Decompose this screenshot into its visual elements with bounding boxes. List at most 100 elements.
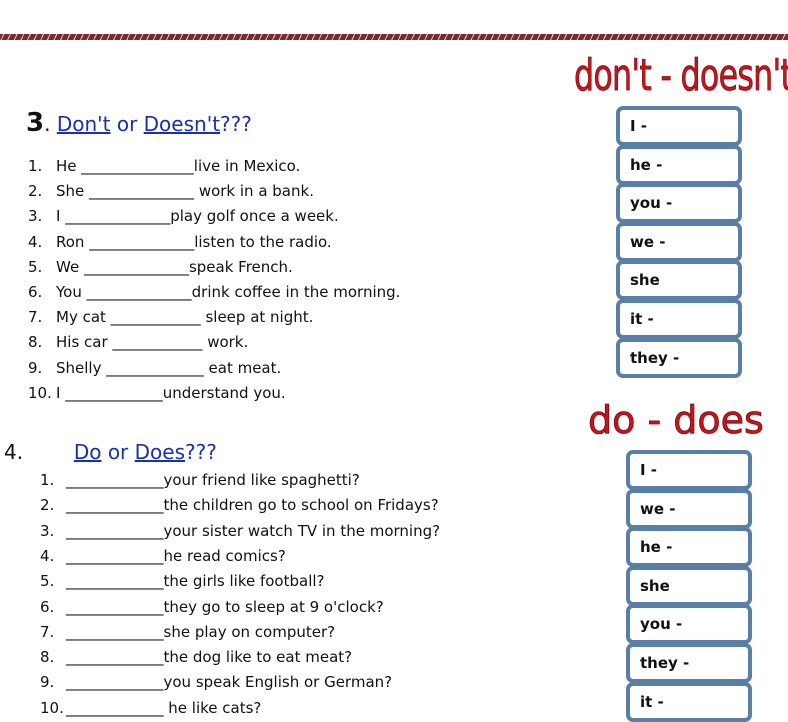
item-text: work. [202,333,249,352]
pronoun-box: they - [626,643,752,683]
exercise-item: 8. His car ____________ work. [28,332,248,352]
item-text: understand you. [162,383,286,402]
answer-blank[interactable]: ______________ [84,258,189,276]
item-number: 4. [40,546,55,565]
answer-blank[interactable]: _____________ [66,623,164,641]
exercise-item: 1. _____________your friend like spaghett… [40,470,360,490]
question-marks: ??? [220,112,252,136]
answer-blank[interactable]: _____________ [106,359,204,377]
item-subject: I [56,383,61,402]
pronoun-box: you - [616,183,742,224]
item-number: 2. [28,182,43,201]
answer-blank[interactable]: ______________ [89,182,194,200]
exercise-item: 5. We ______________speak French. [28,257,293,277]
exercise-item: 9. _____________you speak English or Germ… [40,672,392,692]
pronoun-box: it - [626,681,752,722]
item-text: work in a bank. [194,182,314,201]
answer-blank[interactable]: _______________ [81,157,194,175]
pronoun-label: they - [630,348,680,367]
exercise-item: 6. You ______________drink coffee in the … [28,282,400,302]
pronoun-box: they - [616,337,742,378]
answer-blank[interactable]: ____________ [111,308,201,326]
doesnt-link[interactable]: Doesn't [144,112,220,136]
answer-blank[interactable]: _____________ [66,673,164,691]
item-text: they go to sleep at 9 o'clock? [163,597,384,616]
item-number: 8. [40,648,55,667]
pronoun-label: I - [640,461,658,479]
item-number: 3. [40,521,55,540]
exercise-item: 7. _____________she play on computer? [40,622,335,642]
answer-blank[interactable]: _____________ [66,572,164,590]
exercise-item: 3. I ______________play golf once a week. [28,206,339,226]
item-text: he read comics? [163,546,286,565]
pronoun-box: she [616,260,742,301]
item-number: 6. [28,283,43,301]
item-text: she play on computer? [163,622,336,641]
item-number: 5. [40,572,55,591]
item-number: 5. [28,257,43,276]
item-subject: I [56,207,61,226]
item-subject: My cat [56,308,106,327]
item-number: 2. [40,496,55,515]
section4-heading: 4. Do or Does??? [4,440,217,464]
pronoun-label: he - [630,155,663,174]
item-number: 7. [40,622,55,641]
do-link[interactable]: Do [74,440,102,464]
item-number: 8. [28,333,43,352]
item-text: the dog like to eat meat? [163,648,353,667]
answer-blank[interactable]: _____________ [66,496,164,514]
answer-blank[interactable]: ____________ [112,333,202,351]
exercise-item: 8. _____________the dog like to eat meat? [40,647,352,667]
answer-blank[interactable]: ______________ [89,233,194,251]
item-subject: Shelly [56,358,102,377]
exercise-item: 10. _____________ he like cats? [40,698,261,718]
item-subject: She [56,182,85,201]
dont-link[interactable]: Don't [57,112,111,136]
pronoun-label: you - [640,615,683,634]
item-number: 7. [28,308,43,327]
answer-blank[interactable]: _____________ [66,471,164,489]
answer-blank[interactable]: _____________ [65,384,163,402]
dont-doesnt-title: don't - doesn't [574,50,788,102]
pronoun-label: they - [640,654,690,672]
pronoun-label: it - [630,310,654,328]
pronoun-label: we - [630,232,666,251]
answer-blank[interactable]: _____________ [66,598,164,616]
pronoun-label: she [640,576,670,595]
decorative-rope-divider [0,34,788,40]
item-number: 6. [40,597,55,616]
section3-number: 3 [26,108,45,138]
item-text: your sister watch TV in the morning? [163,521,441,540]
item-subject: We [56,257,80,276]
exercise-item: 2. _____________the children go to school… [40,495,439,515]
answer-blank[interactable]: _____________ [66,699,164,717]
item-number: 1. [28,157,43,175]
answer-blank[interactable]: ______________ [65,207,170,225]
does-link[interactable]: Does [135,440,185,464]
answer-blank[interactable]: ______________ [87,283,192,301]
pronoun-box: she [626,565,752,606]
item-number: 4. [28,232,43,251]
exercise-item: 9. Shelly _____________ eat meat. [28,358,281,378]
exercise-item: 3. _____________your sister watch TV in t… [40,521,440,541]
pronoun-label: we - [640,499,676,518]
answer-blank[interactable]: _____________ [66,522,164,540]
exercise-item: 10. I _____________understand you. [28,383,286,403]
item-number: 10. [40,698,64,717]
item-text: eat meat. [203,358,282,377]
pronoun-label: it - [640,692,664,711]
section3-heading: 3. Don't or Doesn't??? [26,108,252,138]
item-subject: You [56,283,82,301]
answer-blank[interactable]: _____________ [66,547,164,565]
item-subject: Ron [56,232,85,251]
pronoun-box: I - [626,450,752,490]
answer-blank[interactable]: _____________ [66,648,164,666]
item-subject: He [56,157,77,175]
exercise-item: 5. _____________the girls like football? [40,571,325,591]
pronoun-label: I - [630,117,648,135]
or-text: or [107,440,129,464]
item-text: play golf once a week. [170,207,339,226]
section4-number: 4. [4,440,24,464]
do-does-title: do - does [588,398,765,443]
pronoun-box: you - [626,604,752,645]
